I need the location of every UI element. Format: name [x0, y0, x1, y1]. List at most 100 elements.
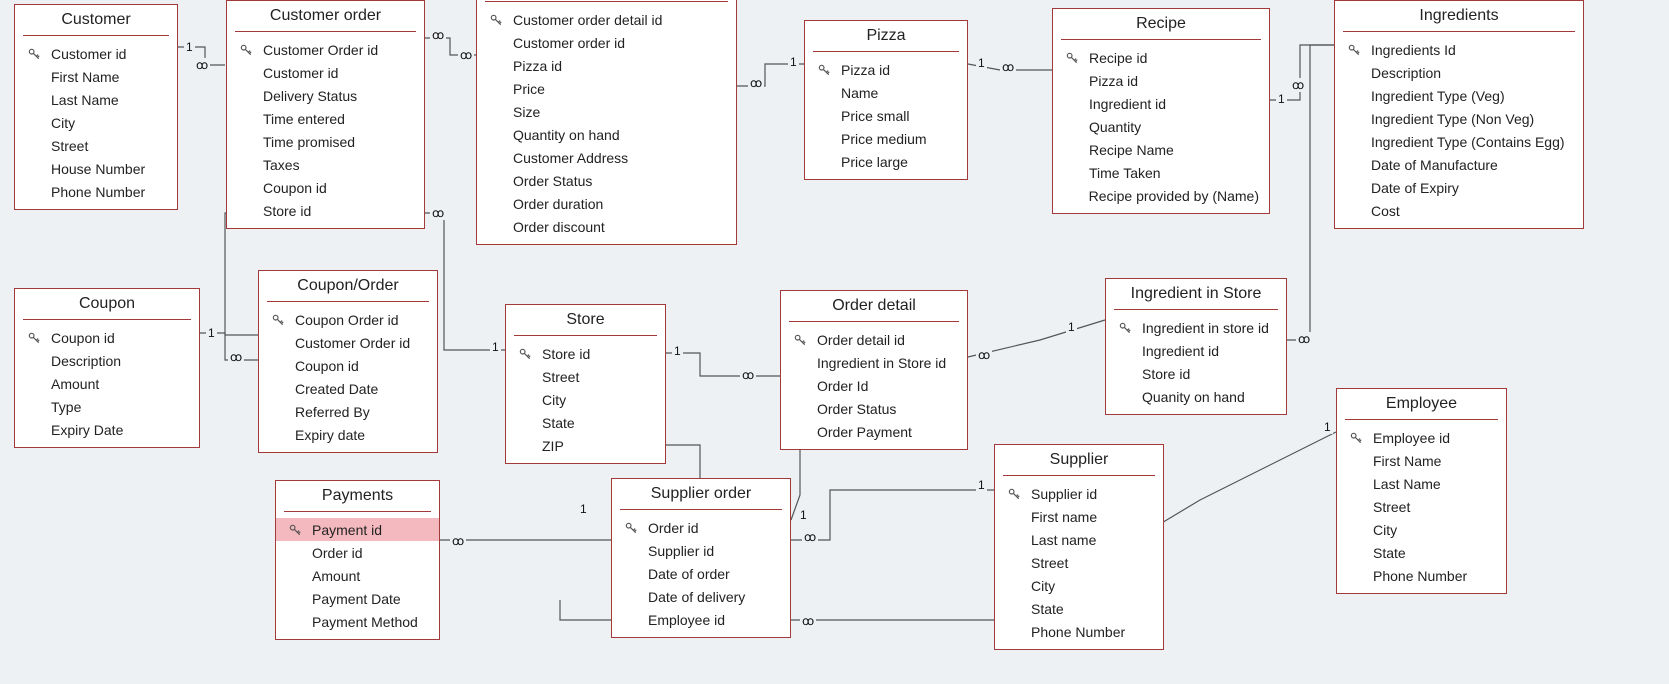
field-row[interactable]: Ingredient in Store id — [781, 351, 967, 374]
field-row[interactable]: Street — [1337, 495, 1506, 518]
field-row[interactable]: Last Name — [15, 88, 177, 111]
field-row[interactable]: Type — [15, 395, 199, 418]
field-row[interactable]: Customer id — [15, 42, 177, 65]
field-row[interactable]: State — [995, 597, 1163, 620]
field-row[interactable]: Phone Number — [15, 180, 177, 203]
field-row[interactable]: Recipe Name — [1053, 138, 1269, 161]
field-row[interactable]: First Name — [15, 65, 177, 88]
field-row[interactable]: Expiry Date — [15, 418, 199, 441]
field-row[interactable]: Store id — [1106, 362, 1286, 385]
entity-supplier-order[interactable]: Supplier orderOrder idSupplier idDate of… — [611, 478, 791, 638]
field-row[interactable]: Created Date — [259, 377, 437, 400]
field-row[interactable]: Recipe provided by (Name) — [1053, 184, 1269, 207]
field-row[interactable]: Phone Number — [995, 620, 1163, 643]
field-row[interactable]: Time promised — [227, 130, 424, 153]
field-row[interactable]: Ingredient Type (Contains Egg) — [1335, 130, 1583, 153]
field-row[interactable]: Order id — [612, 516, 790, 539]
entity-store[interactable]: StoreStore idStreetCityStateZIP — [505, 304, 666, 464]
field-row[interactable]: State — [506, 411, 665, 434]
field-row[interactable]: Supplier id — [612, 539, 790, 562]
field-row[interactable]: Ingredient in store id — [1106, 316, 1286, 339]
entity-customer-order-detail[interactable]: Customer order detailCustomer order deta… — [476, 0, 737, 245]
entity-payments[interactable]: PaymentsPayment idOrder idAmountPayment … — [275, 480, 440, 640]
field-row[interactable]: Time entered — [227, 107, 424, 130]
field-row[interactable]: City — [15, 111, 177, 134]
field-row[interactable]: Time Taken — [1053, 161, 1269, 184]
field-row[interactable]: Street — [995, 551, 1163, 574]
field-row[interactable]: Order Status — [781, 397, 967, 420]
field-row[interactable]: Referred By — [259, 400, 437, 423]
field-row[interactable]: Store id — [506, 342, 665, 365]
entity-recipe[interactable]: RecipeRecipe idPizza idIngredient idQuan… — [1052, 8, 1270, 214]
field-row[interactable]: Street — [15, 134, 177, 157]
entity-order-detail[interactable]: Order detailOrder detail idIngredient in… — [780, 290, 968, 450]
entity-ingredient-in-store[interactable]: Ingredient in StoreIngredient in store i… — [1105, 278, 1287, 415]
field-row[interactable]: City — [506, 388, 665, 411]
field-row[interactable]: Last Name — [1337, 472, 1506, 495]
field-row[interactable]: Description — [15, 349, 199, 372]
field-row[interactable]: Coupon Order id — [259, 308, 437, 331]
field-row[interactable]: Price — [477, 77, 736, 100]
field-row[interactable]: Date of order — [612, 562, 790, 585]
field-row[interactable]: Quanity on hand — [1106, 385, 1286, 408]
field-row[interactable]: First Name — [1337, 449, 1506, 472]
field-row[interactable]: Recipe id — [1053, 46, 1269, 69]
field-row[interactable]: Price medium — [805, 127, 967, 150]
field-row[interactable]: Date of Expiry — [1335, 176, 1583, 199]
field-row[interactable]: Price large — [805, 150, 967, 173]
field-row[interactable]: Phone Number — [1337, 564, 1506, 587]
field-row[interactable]: Customer Order id — [227, 38, 424, 61]
field-row[interactable]: Order duration — [477, 192, 736, 215]
field-row[interactable]: Coupon id — [259, 354, 437, 377]
field-row[interactable]: City — [995, 574, 1163, 597]
field-row[interactable]: Coupon id — [227, 176, 424, 199]
field-row[interactable]: Customer id — [227, 61, 424, 84]
field-row[interactable]: Payment Date — [276, 587, 439, 610]
field-row[interactable]: House Number — [15, 157, 177, 180]
field-row[interactable]: Date of Manufacture — [1335, 153, 1583, 176]
field-row[interactable]: Description — [1335, 61, 1583, 84]
field-row[interactable]: Coupon id — [15, 326, 199, 349]
entity-supplier[interactable]: SupplierSupplier idFirst nameLast nameSt… — [994, 444, 1164, 650]
field-row[interactable]: Order id — [276, 541, 439, 564]
field-row[interactable]: ZIP — [506, 434, 665, 457]
entity-pizza[interactable]: PizzaPizza idNamePrice smallPrice medium… — [804, 20, 968, 180]
field-row[interactable]: Ingredient id — [1053, 92, 1269, 115]
field-row[interactable]: Order Status — [477, 169, 736, 192]
field-row[interactable]: Employee id — [1337, 426, 1506, 449]
field-row[interactable]: Order Payment — [781, 420, 967, 443]
field-row[interactable]: Price small — [805, 104, 967, 127]
entity-coupon[interactable]: CouponCoupon idDescriptionAmountTypeExpi… — [14, 288, 200, 448]
field-row[interactable]: Order discount — [477, 215, 736, 238]
field-row[interactable]: Quantity — [1053, 115, 1269, 138]
field-row[interactable]: State — [1337, 541, 1506, 564]
field-row[interactable]: Amount — [276, 564, 439, 587]
entity-customer[interactable]: CustomerCustomer idFirst NameLast NameCi… — [14, 4, 178, 210]
field-row[interactable]: Ingredient Type (Non Veg) — [1335, 107, 1583, 130]
field-row[interactable]: Pizza id — [805, 58, 967, 81]
entity-employee[interactable]: EmployeeEmployee idFirst NameLast NameSt… — [1336, 388, 1507, 594]
field-row[interactable]: Payment Method — [276, 610, 439, 633]
field-row[interactable]: Quantity on hand — [477, 123, 736, 146]
field-row[interactable]: Size — [477, 100, 736, 123]
field-row[interactable]: Customer order id — [477, 31, 736, 54]
field-row[interactable]: Expiry date — [259, 423, 437, 446]
field-row[interactable]: Customer order detail id — [477, 8, 736, 31]
entity-ingredients[interactable]: IngredientsIngredients IdDescriptionIngr… — [1334, 0, 1584, 229]
field-row[interactable]: Order Id — [781, 374, 967, 397]
field-row[interactable]: Customer Address — [477, 146, 736, 169]
field-row[interactable]: Store id — [227, 199, 424, 222]
field-row[interactable]: Amount — [15, 372, 199, 395]
field-row[interactable]: Ingredient Type (Veg) — [1335, 84, 1583, 107]
field-row[interactable]: City — [1337, 518, 1506, 541]
field-row[interactable]: Pizza id — [477, 54, 736, 77]
field-row[interactable]: Supplier id — [995, 482, 1163, 505]
field-row[interactable]: Street — [506, 365, 665, 388]
field-row[interactable]: Payment id — [276, 518, 439, 541]
field-row[interactable]: Order detail id — [781, 328, 967, 351]
field-row[interactable]: Taxes — [227, 153, 424, 176]
field-row[interactable]: Delivery Status — [227, 84, 424, 107]
entity-customer-order[interactable]: Customer orderCustomer Order idCustomer … — [226, 0, 425, 229]
field-row[interactable]: Cost — [1335, 199, 1583, 222]
field-row[interactable]: Name — [805, 81, 967, 104]
